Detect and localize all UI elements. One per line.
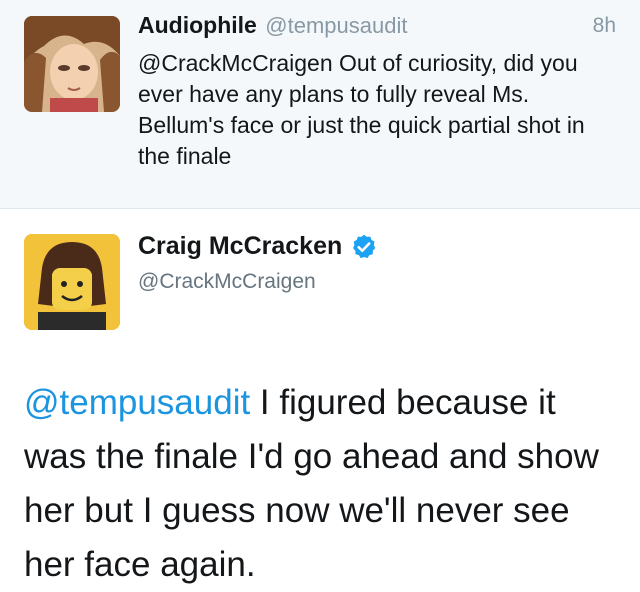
lego-figure-avatar-icon: [24, 234, 120, 330]
author-name[interactable]: Audiophile: [138, 12, 257, 38]
reply-header: Audiophile @tempusaudit 8h: [138, 12, 616, 48]
verified-badge-icon: [350, 233, 378, 261]
reply-tweet[interactable]: Audiophile @tempusaudit 8h @CrackMcCraig…: [0, 0, 640, 209]
mention-link[interactable]: @tempusaudit: [24, 383, 250, 422]
author-handle[interactable]: @tempusaudit: [265, 13, 407, 38]
anime-character-avatar-icon: [24, 16, 120, 112]
tweet-text: @CrackMcCraigen Out of curiosity, did yo…: [138, 48, 608, 172]
timestamp[interactable]: 8h: [593, 14, 616, 38]
tweet-text: @tempusaudit I figured because it was th…: [24, 376, 624, 592]
avatar[interactable]: [24, 16, 120, 112]
mention-link[interactable]: @CrackMcCraigen: [138, 50, 333, 76]
avatar[interactable]: [24, 234, 120, 330]
author-name[interactable]: Craig McCracken: [138, 232, 342, 261]
author-name-row: Craig McCracken: [138, 232, 378, 261]
author-handle[interactable]: @CrackMcCraigen: [138, 270, 316, 294]
